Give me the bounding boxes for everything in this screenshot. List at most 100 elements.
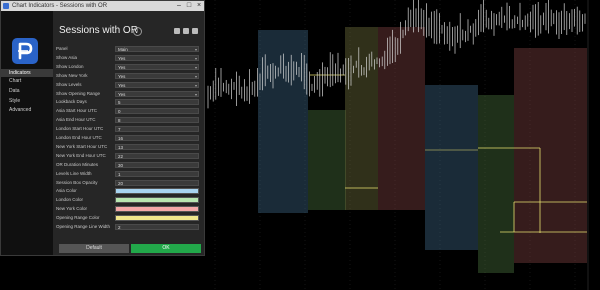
param-select[interactable]: Yes ▾ xyxy=(115,72,199,79)
param-label: Asia Color xyxy=(56,188,77,194)
param-label: Show Opening Range xyxy=(56,90,101,96)
ok-button[interactable]: OK xyxy=(131,244,201,253)
param-value: 13 xyxy=(118,144,124,150)
color-swatch[interactable] xyxy=(115,206,199,213)
chevron-down-icon: ▾ xyxy=(194,82,197,88)
param-row: London Start Hour UTC 7 xyxy=(53,125,204,133)
param-select[interactable]: Yes ▾ xyxy=(115,81,199,88)
param-value: 8 xyxy=(118,118,121,124)
maximize-icon[interactable]: □ xyxy=(184,1,194,11)
param-label: London Color xyxy=(56,197,84,203)
save-icon[interactable] xyxy=(174,28,180,34)
session-boxes xyxy=(258,27,587,273)
param-value: Yes xyxy=(118,91,126,97)
param-label: London Start Hour UTC xyxy=(56,126,104,132)
minimize-icon[interactable]: – xyxy=(174,1,184,11)
param-row: New York Color xyxy=(53,205,204,213)
chevron-down-icon: ▾ xyxy=(194,55,197,61)
param-label: New York Start Hour UTC xyxy=(56,143,108,149)
settings-sidebar: Indicators Chart Data Style Advanced xyxy=(1,11,53,255)
param-row: OR Duration Minutes 30 xyxy=(53,161,204,169)
param-value: 20 xyxy=(118,180,124,186)
param-label: Asia Start Hour UTC xyxy=(56,108,98,114)
param-input[interactable]: 30 xyxy=(115,161,199,168)
param-input[interactable]: 0 xyxy=(115,108,199,115)
param-input[interactable]: 1 xyxy=(115,170,199,177)
param-row: Session Box Opacity 20 xyxy=(53,179,204,187)
sidebar-item-indicators[interactable]: Indicators xyxy=(1,69,53,77)
param-select[interactable]: Yes ▾ xyxy=(115,90,199,97)
param-label: Levels Line Width xyxy=(56,170,92,176)
param-row: Opening Range Color xyxy=(53,214,204,222)
param-input[interactable]: 7 xyxy=(115,126,199,133)
param-select[interactable]: Main ▾ xyxy=(115,46,199,52)
param-value: 5 xyxy=(118,100,121,106)
sidebar-item-advanced[interactable]: Advanced xyxy=(1,106,53,114)
color-swatch[interactable] xyxy=(115,197,199,204)
param-input[interactable]: 5 xyxy=(115,99,199,106)
param-label: Panel xyxy=(56,46,68,51)
param-value: 30 xyxy=(118,162,124,168)
param-input[interactable]: 16 xyxy=(115,135,199,141)
session-box-london-3 xyxy=(478,95,514,273)
sidebar-item-chart[interactable]: Chart xyxy=(1,77,53,85)
param-value: 0 xyxy=(118,109,121,115)
param-label: Lookback Days xyxy=(56,99,87,105)
sidebar-item-data[interactable]: Data xyxy=(1,87,53,95)
session-box-london-2 xyxy=(345,27,378,210)
param-label: Show Levels xyxy=(56,81,82,87)
param-input[interactable]: 20 xyxy=(115,179,199,186)
param-label: Opening Range Color xyxy=(56,215,100,221)
param-row: London End Hour UTC 16 xyxy=(53,134,204,142)
param-row: New York Start Hour UTC 13 xyxy=(53,143,204,151)
sidebar-item-style[interactable]: Style xyxy=(1,97,53,105)
param-label: Asia End Hour UTC xyxy=(56,117,96,123)
param-row: Show Opening Range Yes ▾ xyxy=(53,90,204,98)
chevron-down-icon: ▾ xyxy=(194,91,197,97)
app-icon xyxy=(3,3,9,9)
param-label: Show Asia xyxy=(56,54,78,60)
chevron-down-icon: ▾ xyxy=(194,73,197,79)
param-row: Asia Start Hour UTC 0 xyxy=(53,107,204,115)
info-icon[interactable]: i xyxy=(133,27,142,36)
color-swatch[interactable] xyxy=(115,215,199,222)
app-logo xyxy=(12,38,38,64)
default-button[interactable]: Default xyxy=(59,244,129,253)
param-value: 22 xyxy=(118,153,124,159)
param-row: Panel Main ▾ xyxy=(53,45,204,53)
param-select[interactable]: Yes ▾ xyxy=(115,54,199,61)
chevron-down-icon: ▾ xyxy=(194,64,197,70)
param-row: Show Levels Yes ▾ xyxy=(53,81,204,89)
param-row: New York End Hour UTC 22 xyxy=(53,152,204,160)
param-value: Main xyxy=(118,47,128,52)
close-icon[interactable]: × xyxy=(194,1,204,11)
param-row: London Color xyxy=(53,196,204,204)
color-swatch[interactable] xyxy=(115,188,199,195)
param-label: Session Box Opacity xyxy=(56,179,98,185)
copy-icon[interactable] xyxy=(183,28,189,34)
param-row: Show New York Yes ▾ xyxy=(53,72,204,80)
param-input[interactable]: 2 xyxy=(115,224,199,230)
param-row: Lookback Days 5 xyxy=(53,98,204,106)
dialog-title: Sessions with OR xyxy=(59,25,138,36)
param-value: 7 xyxy=(118,127,121,133)
param-label: New York End Hour UTC xyxy=(56,152,106,158)
param-label: London End Hour UTC xyxy=(56,135,102,140)
param-input[interactable]: 13 xyxy=(115,143,199,150)
session-box-london-1 xyxy=(308,110,346,210)
window-titlebar: Chart Indicators - Sessions with OR – □ … xyxy=(1,1,204,11)
param-input[interactable]: 22 xyxy=(115,152,199,159)
param-select[interactable]: Yes ▾ xyxy=(115,63,199,70)
param-row: Levels Line Width 1 xyxy=(53,170,204,178)
param-label: Show London xyxy=(56,63,84,69)
param-row: Asia End Hour UTC 8 xyxy=(53,116,204,124)
delete-icon[interactable] xyxy=(192,28,198,34)
settings-panel: Sessions with OR i Panel Main ▾ Show Asia Ye… xyxy=(53,11,204,255)
param-value: Yes xyxy=(118,55,126,61)
param-row: Opening Range Line Width 2 xyxy=(53,223,204,231)
param-input[interactable]: 8 xyxy=(115,117,199,124)
chevron-down-icon: ▾ xyxy=(194,47,197,52)
param-value: 16 xyxy=(118,136,124,141)
param-value: 2 xyxy=(118,225,121,230)
session-box-newyork-2 xyxy=(514,48,587,263)
